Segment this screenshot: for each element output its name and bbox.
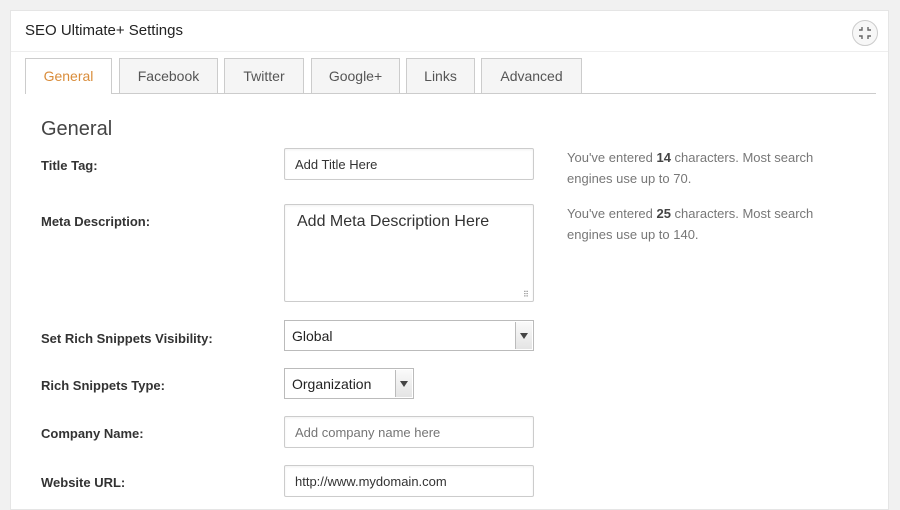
rich-snippets-type-label: Rich Snippets Type: bbox=[41, 378, 165, 393]
meta-description-char-count: 25 bbox=[656, 206, 671, 221]
meta-description-textarea[interactable]: Add Meta Description Here bbox=[284, 204, 534, 302]
website-url-input[interactable] bbox=[284, 465, 534, 497]
meta-description-hint: You've entered 25 characters. Most searc… bbox=[567, 206, 814, 242]
company-name-input[interactable] bbox=[284, 416, 534, 448]
rich-snippets-visibility-select[interactable]: Global bbox=[284, 320, 534, 351]
tab-links[interactable]: Links bbox=[406, 58, 475, 93]
title-tag-label: Title Tag: bbox=[41, 158, 98, 173]
resize-grip-icon[interactable]: ⠿ bbox=[523, 291, 531, 299]
meta-description-label: Meta Description: bbox=[41, 214, 151, 229]
rich-snippets-visibility-label: Set Rich Snippets Visibility: bbox=[41, 331, 213, 346]
tab-advanced[interactable]: Advanced bbox=[481, 58, 582, 93]
rich-snippets-visibility-value: Global bbox=[292, 328, 333, 344]
tab-facebook[interactable]: Facebook bbox=[119, 58, 218, 93]
settings-panel: SEO Ultimate+ Settings General Facebook … bbox=[10, 10, 889, 510]
title-tag-hint: You've entered 14 characters. Most searc… bbox=[567, 150, 814, 186]
panel-header: SEO Ultimate+ Settings bbox=[11, 11, 888, 52]
section-title: General bbox=[41, 118, 113, 140]
tab-bar: General Facebook Twitter Google+ Links A… bbox=[25, 58, 876, 94]
tab-general[interactable]: General bbox=[25, 58, 112, 94]
rich-snippets-type-select[interactable]: Organization bbox=[284, 368, 414, 399]
tab-twitter[interactable]: Twitter bbox=[224, 58, 304, 93]
chevron-down-icon[interactable] bbox=[395, 370, 412, 397]
chevron-down-icon[interactable] bbox=[515, 322, 532, 349]
expand-arrows-icon[interactable] bbox=[852, 20, 878, 46]
panel-title: SEO Ultimate+ Settings bbox=[25, 22, 183, 39]
title-tag-input[interactable] bbox=[284, 148, 534, 180]
website-url-label: Website URL: bbox=[41, 475, 126, 490]
rich-snippets-type-value: Organization bbox=[292, 376, 372, 392]
title-tag-char-count: 14 bbox=[656, 150, 671, 165]
tab-google-plus[interactable]: Google+ bbox=[311, 58, 400, 93]
company-name-label: Company Name: bbox=[41, 426, 144, 441]
